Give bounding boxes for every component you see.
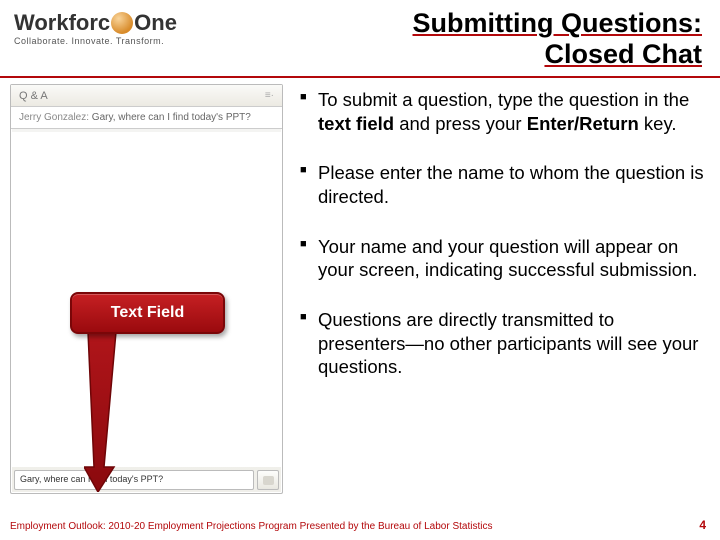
qa-message-author: Jerry Gonzalez: [19, 112, 89, 123]
logo-text-part1: Workforc [14, 12, 110, 34]
chat-bubble-icon [263, 476, 274, 485]
left-column: Q & A ≡· Jerry Gonzalez: Gary, where can… [10, 84, 288, 498]
qa-message-text: Gary, where can I find today's PPT? [89, 112, 251, 123]
qa-send-button[interactable] [257, 470, 279, 490]
slide-title-line2: Closed Chat [413, 39, 703, 70]
logo-block: Workforc One Collaborate. Innovate. Tran… [14, 8, 177, 46]
page-number: 4 [699, 518, 706, 532]
text-field-callout: Text Field [70, 292, 225, 334]
bullet-1: To submit a question, type the question … [298, 88, 706, 135]
qa-panel-title: Q & A [19, 90, 48, 102]
right-column: To submit a question, type the question … [294, 84, 710, 498]
logo: Workforc One [14, 12, 177, 34]
logo-tagline: Collaborate. Innovate. Transform. [14, 36, 177, 46]
bullet-3: Your name and your question will appear … [298, 235, 706, 282]
qa-text-input[interactable]: Gary, where can I find today's PPT? [14, 470, 254, 490]
qa-panel-header: Q & A ≡· [11, 85, 282, 107]
callout-label: Text Field [111, 304, 185, 322]
footer: Employment Outlook: 2010-20 Employment P… [10, 518, 706, 532]
title-block: Submitting Questions: Closed Chat [413, 8, 707, 70]
bullet-2: Please enter the name to whom the questi… [298, 161, 706, 208]
content-row: Q & A ≡· Jerry Gonzalez: Gary, where can… [0, 78, 720, 498]
qa-message: Jerry Gonzalez: Gary, where can I find t… [11, 107, 282, 129]
logo-text-part2: One [134, 12, 177, 34]
qa-input-row: Gary, where can I find today's PPT? [14, 470, 279, 490]
bullet-list: To submit a question, type the question … [298, 88, 706, 379]
slide-header: Workforc One Collaborate. Innovate. Tran… [0, 0, 720, 74]
slide-title-line1: Submitting Questions: [413, 8, 703, 39]
qa-panel: Q & A ≡· Jerry Gonzalez: Gary, where can… [10, 84, 283, 494]
globe-icon [111, 12, 133, 34]
footer-text: Employment Outlook: 2010-20 Employment P… [10, 521, 492, 532]
bullet-4: Questions are directly transmitted to pr… [298, 308, 706, 379]
qa-panel-menu-icon[interactable]: ≡· [265, 90, 274, 101]
